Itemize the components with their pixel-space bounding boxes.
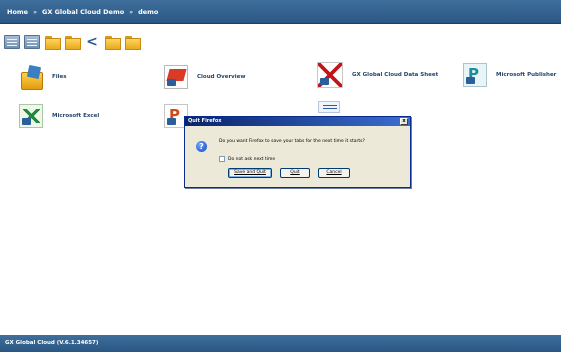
folder-up-icon[interactable] <box>104 35 121 50</box>
publisher-file-icon <box>463 63 487 87</box>
files-folder-icon <box>19 65 43 90</box>
save-and-quit-button[interactable]: Save and Quit <box>228 168 272 178</box>
toolbar: < <box>4 33 141 51</box>
checkbox-label: Do not ask next time <box>228 156 276 162</box>
tile-cloud-overview[interactable]: Cloud Overview <box>164 65 245 89</box>
tile-view-icon[interactable] <box>24 35 40 49</box>
quit-button[interactable]: Quit <box>280 168 310 178</box>
pdf-file-icon <box>317 62 343 88</box>
breadcrumb-separator: » <box>33 8 37 16</box>
tile-microsoft-publisher[interactable]: Microsoft Publisher <box>463 63 556 87</box>
document-file-icon <box>318 101 340 113</box>
quit-firefox-dialog: Quit Firefox x ? Do you want Firefox to … <box>184 116 411 188</box>
list-view-icon[interactable] <box>4 35 20 49</box>
powerpoint-file-icon <box>164 65 188 89</box>
status-bar: GX Global Cloud (V.6.1.34657) <box>0 335 561 352</box>
tile-label: GX Global Cloud Data Sheet <box>352 72 439 78</box>
tile-label: Cloud Overview <box>197 74 246 80</box>
excel-file-icon <box>19 104 43 128</box>
tile-label: Microsoft Excel <box>52 113 100 119</box>
folder-move-icon[interactable] <box>124 35 141 50</box>
tile-label: Files <box>52 74 67 80</box>
share-icon[interactable]: < <box>84 35 100 49</box>
breadcrumb-separator: » <box>129 8 134 16</box>
breadcrumb: Home » GX Global Cloud Demo » demo <box>7 8 158 16</box>
do-not-ask-checkbox[interactable]: Do not ask next time <box>219 156 275 162</box>
dialog-title: Quit Firefox <box>185 117 410 126</box>
version-label: GX Global Cloud (V.6.1.34657) <box>5 340 99 346</box>
dialog-message: Do you want Firefox to save your tabs fo… <box>219 139 365 144</box>
dialog-buttons: Save and Quit Quit Cancel <box>228 168 350 178</box>
close-icon[interactable]: x <box>400 118 408 125</box>
tile-label: Microsoft Publisher <box>496 72 557 78</box>
tile-data-sheet[interactable]: GX Global Cloud Data Sheet <box>317 62 438 88</box>
breadcrumb-current[interactable]: demo <box>138 8 158 16</box>
tile-files[interactable]: Files <box>19 65 67 90</box>
tile-word-file[interactable] <box>318 101 340 113</box>
new-folder-icon[interactable] <box>64 35 81 50</box>
open-folder-icon[interactable] <box>44 35 61 50</box>
tile-microsoft-excel[interactable]: Microsoft Excel <box>19 104 99 128</box>
breadcrumb-demo-space[interactable]: GX Global Cloud Demo <box>42 8 124 16</box>
top-bar: Home » GX Global Cloud Demo » demo <box>0 0 561 24</box>
cancel-button[interactable]: Cancel <box>318 168 350 178</box>
breadcrumb-home[interactable]: Home <box>7 8 28 16</box>
question-icon: ? <box>196 141 207 152</box>
checkbox-box[interactable] <box>219 156 225 162</box>
